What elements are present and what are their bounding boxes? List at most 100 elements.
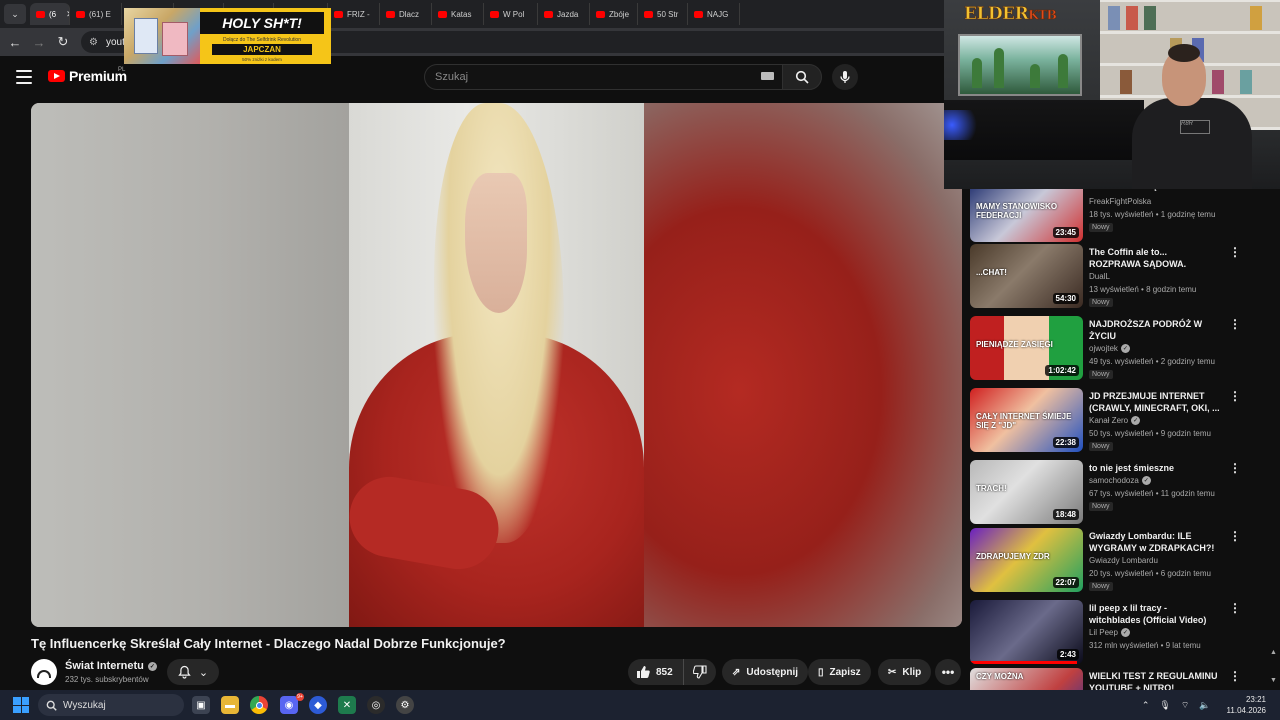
obs-icon[interactable]: ◎ <box>367 696 385 714</box>
browser-tab[interactable]: FRIZ - <box>328 3 380 25</box>
clock[interactable]: 23:21 11.04.2026 <box>1227 694 1266 716</box>
like-button[interactable]: 852 <box>628 659 684 685</box>
more-vertical-icon[interactable]: ⋮ <box>1229 246 1241 258</box>
tab-search-button[interactable]: ⌄ <box>4 4 26 24</box>
recommendation-title[interactable]: Gwiazdy Lombardu: ILE WYGRAMY w ZDRAPKAC… <box>1089 530 1221 554</box>
recommendation-channel-row[interactable]: Gwiazdy Lombardu <box>1089 556 1158 565</box>
back-button[interactable]: ← <box>3 35 27 50</box>
recommendation-item[interactable]: ZDRAPUJEMY ZDR 22:07 Gwiazdy Lombardu: ILE… <box>970 528 1250 592</box>
tab-label: NAJG <box>707 9 729 19</box>
steam-icon[interactable]: ⚙ <box>396 696 414 714</box>
ad-banner[interactable]: HOLY SH*T! Dołącz do The Selfdrink Revol… <box>124 8 331 64</box>
browser-tab[interactable]: Zbóje <box>590 3 638 25</box>
channel-avatar[interactable] <box>31 659 57 685</box>
video-thumbnail[interactable]: 2:43 <box>970 600 1083 664</box>
video-thumbnail[interactable]: ZDRAPUJEMY ZDR 22:07 <box>970 528 1083 592</box>
bell-icon <box>178 665 191 679</box>
search-button[interactable] <box>782 64 822 90</box>
recommendation-title[interactable]: The Coffin ale to... ROZPRAWA SĄDOWA. <box>1089 246 1221 270</box>
app-icon[interactable]: ◆ <box>309 696 327 714</box>
recommendation-title[interactable]: NAJDROŻSZA PODRÓŻ W ŻYCIU <box>1089 318 1221 342</box>
scroll-up-icon[interactable]: ▲ <box>1270 649 1277 656</box>
video-thumbnail[interactable]: CAŁY INTERNET ŚMIEJE SIĘ Z "JD" 22:38 <box>970 388 1083 452</box>
excel-icon[interactable]: ✕ <box>338 696 356 714</box>
dislike-button[interactable] <box>684 665 716 679</box>
browser-tab[interactable]: Katas <box>432 3 484 25</box>
taskbar-search[interactable]: Wyszukaj <box>38 694 184 716</box>
recommendation-title[interactable]: JD PRZEJMUJE INTERNET (CRAWLY, MINECRAFT… <box>1089 390 1221 414</box>
keyboard-icon[interactable] <box>761 72 774 80</box>
browser-tab[interactable]: (61) E <box>70 3 122 25</box>
browser-tab[interactable]: (6✕ <box>30 3 70 25</box>
recommendation-channel-row[interactable]: ojwojtek ✓ <box>1089 344 1130 353</box>
recommendation-item[interactable]: ...CHAT! 54:30 The Coffin ale to... ROZPRA… <box>970 244 1250 308</box>
video-thumbnail[interactable]: TRACH! 18:48 <box>970 460 1083 524</box>
reload-button[interactable]: ↻ <box>51 34 75 50</box>
verified-icon: ✓ <box>147 661 157 671</box>
tab-label: FRIZ - <box>347 9 370 19</box>
volume-icon[interactable]: 🔈 <box>1199 700 1210 711</box>
more-vertical-icon[interactable]: ⋮ <box>1229 390 1241 402</box>
recommendation-channel-row[interactable]: FreakFightPolska <box>1089 197 1151 206</box>
share-button[interactable]: ⇗ Udostępnij <box>722 659 809 685</box>
thumbs-down-icon <box>693 665 707 679</box>
recommendation-channel-row[interactable]: DualL <box>1089 272 1110 281</box>
site-info-icon[interactable]: ⚙ <box>89 37 98 48</box>
channel-name: Świat Internetu <box>65 660 144 672</box>
video-thumbnail[interactable]: PIENIĄDZE ZASIĘGI 1:02:42 <box>970 316 1083 380</box>
recommendation-item[interactable]: CZY MOŻNA WIELKI TEST Z REGULAMINU YOUTUB… <box>970 668 1250 690</box>
windows-start-icon[interactable] <box>13 697 29 713</box>
file-explorer-icon[interactable]: ▬ <box>221 696 239 714</box>
browser-tab[interactable]: Dlacz <box>380 3 432 25</box>
discord-icon[interactable]: ◉ <box>280 696 298 714</box>
youtube-logo[interactable]: Premium <box>48 68 127 84</box>
recommendation-item[interactable]: TRACH! 18:48 to nie jest śmieszne samochodo… <box>970 460 1250 524</box>
new-badge: Nowy <box>1089 370 1113 379</box>
forward-button[interactable]: → <box>27 35 51 50</box>
browser-tab[interactable]: Jazda <box>538 3 590 25</box>
menu-icon[interactable] <box>16 70 32 84</box>
meta-separator: • <box>1158 641 1166 650</box>
video-player[interactable] <box>31 103 962 627</box>
recommendation-item[interactable]: 2:43 lil peep x lil tracy - witchblades (… <box>970 600 1250 664</box>
more-vertical-icon[interactable]: ⋮ <box>1229 670 1241 682</box>
recommendation-item[interactable]: PIENIĄDZE ZASIĘGI 1:02:42 NAJDROŻSZA PODRÓ… <box>970 316 1250 380</box>
more-actions-button[interactable]: ••• <box>935 659 961 685</box>
meta-separator: • <box>1153 569 1161 578</box>
video-thumbnail[interactable]: CZY MOŻNA <box>970 668 1083 690</box>
recommendation-title[interactable]: WIELKI TEST Z REGULAMINU YOUTUBE + NITRO… <box>1089 670 1221 690</box>
recommendation-title[interactable]: lil peep x lil tracy - witchblades (Offi… <box>1089 602 1221 626</box>
browser-tab[interactable]: NAJG <box>688 3 740 25</box>
chevron-up-icon[interactable]: ⌃ <box>1142 700 1150 711</box>
chrome-icon[interactable] <box>250 696 268 714</box>
recommendation-channel-row[interactable]: samochodoza ✓ <box>1089 476 1151 485</box>
recommendation-title[interactable]: to nie jest śmieszne <box>1089 462 1221 474</box>
recommendation-item[interactable]: MAMY STANOWISKO FEDERACJI23:45KARY OD UR… <box>970 181 1250 242</box>
channel-name-row[interactable]: Świat Internetu ✓ <box>65 660 157 672</box>
voice-search-button[interactable] <box>832 64 858 90</box>
more-vertical-icon[interactable]: ⋮ <box>1229 602 1241 614</box>
recommendation-channel-row[interactable]: Kanał Zero ✓ <box>1089 416 1141 425</box>
browser-tab[interactable]: W Pol <box>484 3 538 25</box>
save-button[interactable]: ▯ Zapisz <box>808 659 871 685</box>
address-text: yout <box>105 36 125 48</box>
task-view-icon[interactable]: ▣ <box>192 696 210 714</box>
microphone-icon[interactable]: 🎙 <box>1159 700 1170 711</box>
video-thumbnail[interactable]: ...CHAT! 54:30 <box>970 244 1083 308</box>
view-count: 50 tys. wyświetleń <box>1089 429 1154 438</box>
notification-bell-button[interactable]: ⌄ <box>167 659 219 685</box>
thumbnail-text: PIENIĄDZE ZASIĘGI <box>976 340 1053 349</box>
more-vertical-icon[interactable]: ⋮ <box>1229 462 1241 474</box>
browser-tab[interactable]: 50 Str <box>638 3 688 25</box>
wifi-icon[interactable]: ⌔ <box>1181 700 1189 711</box>
scroll-down-icon[interactable]: ▼ <box>1270 677 1277 684</box>
clip-button[interactable]: ✂ Klip <box>878 659 932 685</box>
recommendation-channel-row[interactable]: Lil Peep ✓ <box>1089 628 1130 637</box>
more-vertical-icon[interactable]: ⋮ <box>1229 318 1241 330</box>
video-thumbnail[interactable]: MAMY STANOWISKO FEDERACJI 23:45 <box>970 181 1083 242</box>
recommendation-item[interactable]: CAŁY INTERNET ŚMIEJE SIĘ Z "JD" 22:38 JD P… <box>970 388 1250 452</box>
verified-icon: ✓ <box>1131 416 1141 425</box>
sidebar-scrollbar[interactable]: ▲ ▼ <box>1270 189 1277 689</box>
search-input[interactable]: Szukaj <box>424 64 782 90</box>
more-vertical-icon[interactable]: ⋮ <box>1229 530 1241 542</box>
